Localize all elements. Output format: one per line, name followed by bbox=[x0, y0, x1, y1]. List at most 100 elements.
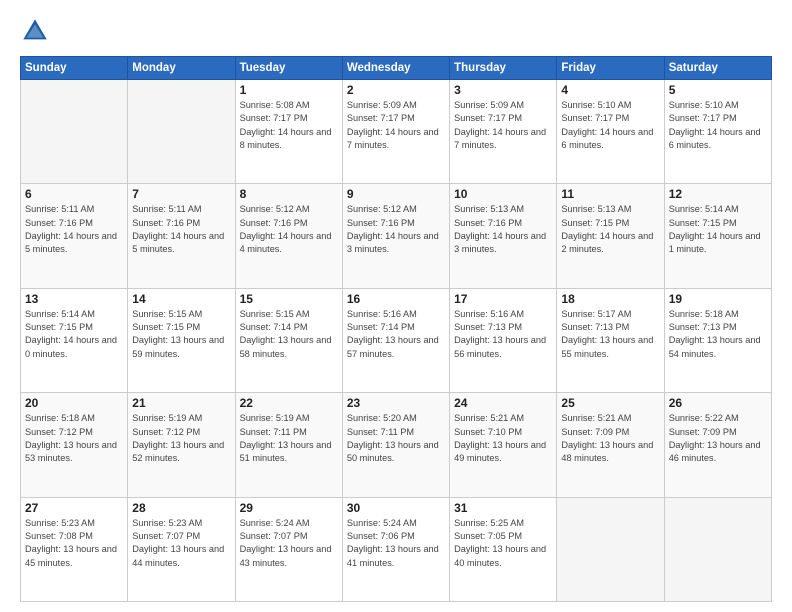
calendar-cell: 12Sunrise: 5:14 AM Sunset: 7:15 PM Dayli… bbox=[664, 184, 771, 288]
day-number: 31 bbox=[454, 501, 552, 515]
calendar-cell: 31 Sunrise: 5:25 AM Sunset: 7:05 PM Dayli… bbox=[450, 497, 557, 601]
calendar-cell: 6 Sunrise: 5:11 AM Sunset: 7:16 PM Daylig… bbox=[21, 184, 128, 288]
day-number: 29 bbox=[240, 501, 338, 515]
day-info: Sunrise: 5:09 AM Sunset: 7:17 PM Dayligh… bbox=[347, 99, 445, 152]
calendar-cell: 1 Sunrise: 5:08 AM Sunset: 7:17 PM Daylig… bbox=[235, 80, 342, 184]
calendar-cell: 27Sunrise: 5:23 AM Sunset: 7:08 PM Dayli… bbox=[21, 497, 128, 601]
calendar-week-row: 6 Sunrise: 5:11 AM Sunset: 7:16 PM Daylig… bbox=[21, 184, 772, 288]
day-info: Sunrise: 5:10 AM Sunset: 7:17 PM Dayligh… bbox=[669, 99, 767, 152]
day-number: 10 bbox=[454, 187, 552, 201]
day-number: 19 bbox=[669, 292, 767, 306]
calendar-cell: 25 Sunrise: 5:21 AM Sunset: 7:09 PM Dayli… bbox=[557, 393, 664, 497]
day-info: Sunrise: 5:25 AM Sunset: 7:05 PM Dayligh… bbox=[454, 517, 552, 570]
calendar-cell: 5Sunrise: 5:10 AM Sunset: 7:17 PM Daylig… bbox=[664, 80, 771, 184]
day-info: Sunrise: 5:19 AM Sunset: 7:12 PM Dayligh… bbox=[132, 412, 230, 465]
day-number: 25 bbox=[561, 396, 659, 410]
calendar-cell: 3 Sunrise: 5:09 AM Sunset: 7:17 PM Daylig… bbox=[450, 80, 557, 184]
weekday-header: Monday bbox=[128, 57, 235, 80]
day-info: Sunrise: 5:15 AM Sunset: 7:15 PM Dayligh… bbox=[132, 308, 230, 361]
day-number: 21 bbox=[132, 396, 230, 410]
day-info: Sunrise: 5:21 AM Sunset: 7:10 PM Dayligh… bbox=[454, 412, 552, 465]
calendar-cell: 29Sunrise: 5:24 AM Sunset: 7:07 PM Dayli… bbox=[235, 497, 342, 601]
day-number: 23 bbox=[347, 396, 445, 410]
day-number: 20 bbox=[25, 396, 123, 410]
day-number: 3 bbox=[454, 83, 552, 97]
day-number: 17 bbox=[454, 292, 552, 306]
weekday-header: Saturday bbox=[664, 57, 771, 80]
calendar-cell: 10 Sunrise: 5:13 AM Sunset: 7:16 PM Dayli… bbox=[450, 184, 557, 288]
calendar-cell: 15Sunrise: 5:15 AM Sunset: 7:14 PM Dayli… bbox=[235, 288, 342, 392]
calendar-cell: 23 Sunrise: 5:20 AM Sunset: 7:11 PM Dayli… bbox=[342, 393, 449, 497]
day-number: 24 bbox=[454, 396, 552, 410]
day-info: Sunrise: 5:13 AM Sunset: 7:15 PM Dayligh… bbox=[561, 203, 659, 256]
weekday-header: Friday bbox=[557, 57, 664, 80]
page: SundayMondayTuesdayWednesdayThursdayFrid… bbox=[0, 0, 792, 612]
day-number: 8 bbox=[240, 187, 338, 201]
calendar-cell: 22 Sunrise: 5:19 AM Sunset: 7:11 PM Dayli… bbox=[235, 393, 342, 497]
logo-icon bbox=[20, 16, 50, 46]
day-info: Sunrise: 5:10 AM Sunset: 7:17 PM Dayligh… bbox=[561, 99, 659, 152]
calendar-week-row: 20Sunrise: 5:18 AM Sunset: 7:12 PM Dayli… bbox=[21, 393, 772, 497]
day-number: 6 bbox=[25, 187, 123, 201]
day-info: Sunrise: 5:24 AM Sunset: 7:06 PM Dayligh… bbox=[347, 517, 445, 570]
day-number: 18 bbox=[561, 292, 659, 306]
calendar-cell: 20Sunrise: 5:18 AM Sunset: 7:12 PM Dayli… bbox=[21, 393, 128, 497]
day-info: Sunrise: 5:14 AM Sunset: 7:15 PM Dayligh… bbox=[25, 308, 123, 361]
day-number: 9 bbox=[347, 187, 445, 201]
calendar-cell: 19 Sunrise: 5:18 AM Sunset: 7:13 PM Dayli… bbox=[664, 288, 771, 392]
day-info: Sunrise: 5:19 AM Sunset: 7:11 PM Dayligh… bbox=[240, 412, 338, 465]
day-number: 4 bbox=[561, 83, 659, 97]
day-number: 7 bbox=[132, 187, 230, 201]
day-info: Sunrise: 5:11 AM Sunset: 7:16 PM Dayligh… bbox=[132, 203, 230, 256]
weekday-header: Thursday bbox=[450, 57, 557, 80]
weekday-header: Tuesday bbox=[235, 57, 342, 80]
day-info: Sunrise: 5:23 AM Sunset: 7:07 PM Dayligh… bbox=[132, 517, 230, 570]
day-info: Sunrise: 5:18 AM Sunset: 7:13 PM Dayligh… bbox=[669, 308, 767, 361]
day-number: 15 bbox=[240, 292, 338, 306]
day-info: Sunrise: 5:12 AM Sunset: 7:16 PM Dayligh… bbox=[347, 203, 445, 256]
calendar-cell bbox=[21, 80, 128, 184]
calendar-cell: 2 Sunrise: 5:09 AM Sunset: 7:17 PM Daylig… bbox=[342, 80, 449, 184]
calendar-week-row: 13 Sunrise: 5:14 AM Sunset: 7:15 PM Dayli… bbox=[21, 288, 772, 392]
day-number: 26 bbox=[669, 396, 767, 410]
day-info: Sunrise: 5:08 AM Sunset: 7:17 PM Dayligh… bbox=[240, 99, 338, 152]
calendar-cell: 30Sunrise: 5:24 AM Sunset: 7:06 PM Dayli… bbox=[342, 497, 449, 601]
day-number: 16 bbox=[347, 292, 445, 306]
day-info: Sunrise: 5:16 AM Sunset: 7:14 PM Dayligh… bbox=[347, 308, 445, 361]
calendar-week-row: 1 Sunrise: 5:08 AM Sunset: 7:17 PM Daylig… bbox=[21, 80, 772, 184]
calendar-cell: 8Sunrise: 5:12 AM Sunset: 7:16 PM Daylig… bbox=[235, 184, 342, 288]
day-number: 14 bbox=[132, 292, 230, 306]
day-info: Sunrise: 5:16 AM Sunset: 7:13 PM Dayligh… bbox=[454, 308, 552, 361]
calendar-table: SundayMondayTuesdayWednesdayThursdayFrid… bbox=[20, 56, 772, 602]
calendar-cell bbox=[664, 497, 771, 601]
calendar-cell: 21 Sunrise: 5:19 AM Sunset: 7:12 PM Dayli… bbox=[128, 393, 235, 497]
calendar-week-row: 27Sunrise: 5:23 AM Sunset: 7:08 PM Dayli… bbox=[21, 497, 772, 601]
calendar-cell: 4 Sunrise: 5:10 AM Sunset: 7:17 PM Daylig… bbox=[557, 80, 664, 184]
day-info: Sunrise: 5:23 AM Sunset: 7:08 PM Dayligh… bbox=[25, 517, 123, 570]
logo bbox=[20, 16, 54, 46]
day-info: Sunrise: 5:13 AM Sunset: 7:16 PM Dayligh… bbox=[454, 203, 552, 256]
calendar-cell: 26 Sunrise: 5:22 AM Sunset: 7:09 PM Dayli… bbox=[664, 393, 771, 497]
calendar-cell bbox=[557, 497, 664, 601]
weekday-header: Wednesday bbox=[342, 57, 449, 80]
day-number: 1 bbox=[240, 83, 338, 97]
day-info: Sunrise: 5:22 AM Sunset: 7:09 PM Dayligh… bbox=[669, 412, 767, 465]
day-info: Sunrise: 5:20 AM Sunset: 7:11 PM Dayligh… bbox=[347, 412, 445, 465]
calendar-cell: 14 Sunrise: 5:15 AM Sunset: 7:15 PM Dayli… bbox=[128, 288, 235, 392]
day-number: 22 bbox=[240, 396, 338, 410]
day-number: 11 bbox=[561, 187, 659, 201]
day-info: Sunrise: 5:21 AM Sunset: 7:09 PM Dayligh… bbox=[561, 412, 659, 465]
day-info: Sunrise: 5:11 AM Sunset: 7:16 PM Dayligh… bbox=[25, 203, 123, 256]
day-info: Sunrise: 5:17 AM Sunset: 7:13 PM Dayligh… bbox=[561, 308, 659, 361]
day-number: 2 bbox=[347, 83, 445, 97]
calendar-cell: 17 Sunrise: 5:16 AM Sunset: 7:13 PM Dayli… bbox=[450, 288, 557, 392]
calendar-cell: 7 Sunrise: 5:11 AM Sunset: 7:16 PM Daylig… bbox=[128, 184, 235, 288]
day-number: 12 bbox=[669, 187, 767, 201]
day-info: Sunrise: 5:09 AM Sunset: 7:17 PM Dayligh… bbox=[454, 99, 552, 152]
calendar-cell bbox=[128, 80, 235, 184]
calendar-cell: 13 Sunrise: 5:14 AM Sunset: 7:15 PM Dayli… bbox=[21, 288, 128, 392]
calendar-cell: 24 Sunrise: 5:21 AM Sunset: 7:10 PM Dayli… bbox=[450, 393, 557, 497]
calendar-cell: 11 Sunrise: 5:13 AM Sunset: 7:15 PM Dayli… bbox=[557, 184, 664, 288]
weekday-header-row: SundayMondayTuesdayWednesdayThursdayFrid… bbox=[21, 57, 772, 80]
day-number: 13 bbox=[25, 292, 123, 306]
